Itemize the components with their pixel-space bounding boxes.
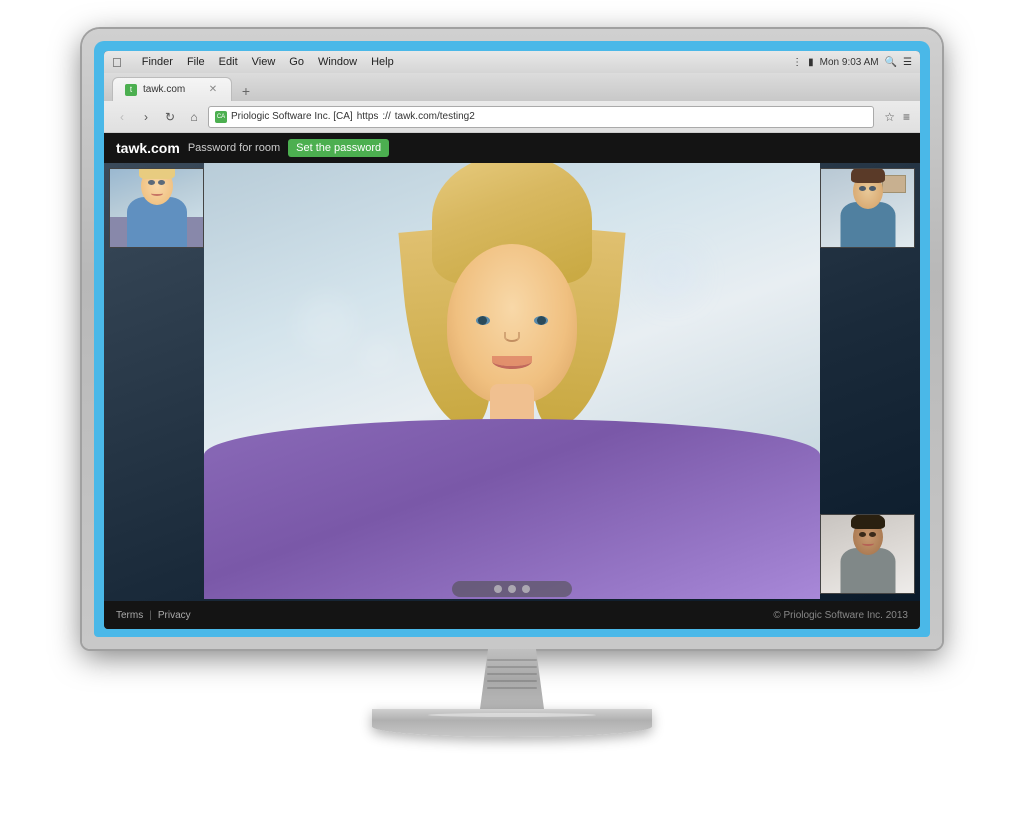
footer-copyright: © Priologic Software Inc. 2013	[773, 610, 908, 621]
monitor-shell:  Finder File Edit View Go Window Help ⋮…	[82, 29, 942, 649]
person-shirt	[204, 419, 820, 599]
monitor-stand-base	[372, 709, 652, 737]
stand-base-shine	[428, 713, 596, 717]
notification-icon[interactable]: ☰	[903, 57, 912, 68]
new-tab-button[interactable]: +	[236, 81, 256, 101]
menu-help[interactable]: Help	[371, 56, 394, 68]
menu-finder[interactable]: Finder	[142, 56, 173, 68]
main-video-feed	[204, 163, 820, 599]
thumbnail-top-left[interactable]	[109, 168, 204, 248]
tab-bar: t tawk.com ✕ +	[104, 73, 920, 101]
monitor-stand-neck	[472, 649, 552, 709]
chrome-menu-button[interactable]: ≡	[901, 108, 912, 126]
ssl-icon: CA	[215, 111, 227, 123]
stand-line-2	[487, 666, 537, 668]
address-ssl-org: Priologic Software Inc. [CA]	[231, 111, 353, 122]
home-button[interactable]: ⌂	[184, 107, 204, 127]
tp2-hair	[851, 169, 885, 183]
video-topbar: tawk.com Password for room Set the passw…	[104, 133, 920, 163]
browser-window: t tawk.com ✕ + ‹ › ↻ ⌂	[104, 73, 920, 629]
address-https: https	[357, 111, 379, 122]
bokeh-3	[647, 250, 697, 300]
tab-close-button[interactable]: ✕	[207, 84, 219, 96]
footer-terms[interactable]: Terms	[116, 610, 143, 621]
stand-line-1	[487, 659, 537, 661]
back-button[interactable]: ‹	[112, 107, 132, 127]
screen:  Finder File Edit View Go Window Help ⋮…	[104, 51, 920, 629]
nose	[504, 332, 520, 342]
eye-right	[534, 316, 548, 325]
bookmark-button[interactable]: ☆	[882, 108, 897, 126]
tab-title: tawk.com	[143, 84, 185, 95]
thumbnail-person-2	[821, 169, 914, 247]
macos-menubar:  Finder File Edit View Go Window Help ⋮…	[104, 51, 920, 73]
footer-left: Terms | Privacy	[116, 610, 191, 621]
apple-icon: 	[112, 55, 122, 70]
eye-left	[476, 316, 490, 325]
control-dot-1	[494, 585, 502, 593]
macos-menu-items: Finder File Edit View Go Window Help	[142, 56, 394, 68]
controls-bar	[452, 581, 572, 597]
macos-right-area: ⋮ ▮ Mon 9:03 AM 🔍 ☰	[792, 57, 912, 68]
spotlight-icon[interactable]: 🔍	[885, 57, 897, 68]
address-domain: tawk.com/testing2	[395, 111, 475, 122]
thumbnail-top-right[interactable]	[820, 168, 915, 248]
tab-favicon: t	[125, 84, 137, 96]
video-bottombar: Terms | Privacy © Priologic Software Inc…	[104, 601, 920, 629]
tp1-hair	[139, 169, 175, 179]
person-face	[447, 244, 577, 404]
footer-divider: |	[149, 610, 152, 621]
site-logo: tawk.com	[116, 140, 180, 156]
wall-art	[882, 175, 906, 193]
control-dot-2	[508, 585, 516, 593]
password-for-room-label: Password for room	[188, 142, 280, 154]
address-url: ://	[382, 111, 390, 122]
forward-button[interactable]: ›	[136, 107, 156, 127]
set-password-button[interactable]: Set the password	[288, 139, 389, 157]
tp3-hair	[851, 515, 885, 529]
menu-go[interactable]: Go	[289, 56, 304, 68]
stand-line-3	[487, 673, 537, 675]
stand-lines	[487, 659, 537, 699]
video-content: tawk.com Password for room Set the passw…	[104, 133, 920, 629]
stand-line-5	[487, 687, 537, 689]
thumbnail-bottom-right[interactable]	[820, 514, 915, 594]
menu-view[interactable]: View	[252, 56, 276, 68]
bokeh-1	[296, 294, 356, 354]
browser-toolbar: ‹ › ↻ ⌂ CA Priologic Software Inc. [CA] …	[104, 101, 920, 133]
clock: Mon 9:03 AM	[820, 57, 879, 68]
wifi-icon: ⋮	[792, 57, 802, 68]
footer-privacy[interactable]: Privacy	[158, 610, 191, 621]
menu-window[interactable]: Window	[318, 56, 357, 68]
stand-line-4	[487, 680, 537, 682]
address-bar[interactable]: CA Priologic Software Inc. [CA] https :/…	[208, 106, 874, 128]
thumbnail-person-1	[110, 169, 203, 247]
battery-icon: ▮	[808, 57, 814, 68]
menu-edit[interactable]: Edit	[219, 56, 238, 68]
mouth	[492, 353, 532, 369]
browser-tab-active[interactable]: t tawk.com ✕	[112, 77, 232, 101]
refresh-button[interactable]: ↻	[160, 107, 180, 127]
browser-actions: ☆ ≡	[882, 108, 912, 126]
thumbnail-person-3	[821, 515, 914, 593]
menu-file[interactable]: File	[187, 56, 205, 68]
monitor-bezel:  Finder File Edit View Go Window Help ⋮…	[94, 41, 930, 637]
monitor-wrapper:  Finder File Edit View Go Window Help ⋮…	[82, 29, 942, 789]
control-dot-3	[522, 585, 530, 593]
